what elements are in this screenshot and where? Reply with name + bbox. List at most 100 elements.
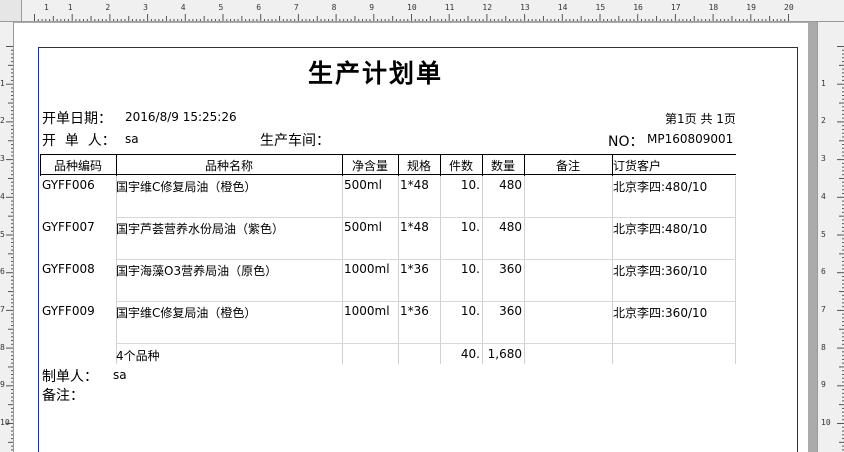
ruler-number: 2 — [0, 116, 5, 126]
ruler-number: 16 — [633, 3, 643, 12]
header-customer: 订货客户 — [613, 159, 662, 173]
header-divider — [440, 154, 441, 176]
remark-label: 备注： — [42, 388, 84, 404]
ruler-number: 3 — [143, 3, 148, 12]
ruler-number: 5 — [218, 3, 224, 12]
header-pieces: 件数 — [448, 159, 473, 173]
no-label: NO： — [608, 134, 644, 150]
cell-spec: 1*36 — [400, 262, 429, 276]
page-margin-frame — [38, 47, 798, 452]
cell-name: 国宇海藻O3营养局油（原色） — [116, 264, 278, 278]
header-divider — [342, 154, 343, 176]
cell-qty: 360 — [499, 262, 522, 276]
ruler-number: 13 — [520, 3, 530, 12]
ruler-number: 14 — [557, 3, 568, 12]
cell-pieces: 10. — [460, 304, 480, 318]
ruler-number: 10 — [407, 3, 417, 12]
ruler-number: 8 — [331, 3, 337, 12]
cell-pieces: 10. — [460, 262, 480, 276]
header-divider — [398, 154, 399, 176]
ruler-number: 4 — [180, 3, 186, 12]
cell-customer: 北京李四:480/10 — [613, 180, 708, 194]
cell-code: GYFF008 — [42, 262, 95, 276]
header-divider — [482, 154, 483, 176]
cell-pieces: 10. — [460, 178, 480, 192]
header-note: 备注 — [555, 159, 580, 173]
row-separator — [116, 343, 736, 344]
cell-net: 1000ml — [344, 304, 390, 318]
ruler-number: 8 — [0, 342, 5, 352]
header-divider — [524, 154, 525, 176]
ruler-number: 6 — [821, 267, 826, 277]
column-divider — [398, 176, 399, 364]
ruler-number: 8 — [821, 342, 826, 352]
report-page: 生产计划单 开单日期： 2016/8/9 15:25:26 第1页 共 1页 开… — [14, 23, 808, 452]
cell-qty: 360 — [499, 304, 522, 318]
ruler-number: 9 — [0, 380, 5, 390]
header-qty: 数量 — [490, 159, 515, 173]
cell-code: GYFF006 — [42, 178, 95, 192]
ruler-number: 7 — [821, 304, 826, 314]
cell-code: GYFF009 — [42, 304, 95, 318]
ruler-number: 1 — [821, 78, 826, 88]
ruler-number: 10 — [821, 418, 831, 427]
ruler-number: 15 — [595, 3, 606, 12]
ruler-number: 6 — [256, 3, 262, 12]
maker-label: 制单人： — [42, 369, 98, 385]
column-divider — [342, 176, 343, 364]
cell-customer: 北京李四:360/10 — [613, 306, 708, 320]
cell-qty: 480 — [499, 220, 522, 234]
cell-name: 国宇维C修复局油（橙色） — [116, 306, 257, 320]
ruler-number: 1 — [67, 3, 73, 12]
header-divider — [116, 154, 117, 176]
header-divider — [40, 154, 41, 176]
row-separator — [116, 217, 736, 218]
no-value: MP160809001 — [647, 132, 734, 146]
creator-value: sa — [125, 132, 139, 146]
cell-spec: 1*48 — [400, 220, 429, 234]
column-divider — [524, 176, 525, 364]
cell-spec: 1*48 — [400, 178, 429, 192]
report-title: 生产计划单 — [308, 59, 444, 88]
page-info: 第1页 共 1页 — [665, 112, 736, 126]
cell-name: 国宇维C修复局油（橙色） — [116, 180, 257, 194]
horizontal-ruler: 1 1 2 3 4 5 6 7 8 9 10 11 12 13 14 15 16 17 18 19 20 — [0, 0, 844, 22]
ruler-number: 7 — [0, 304, 5, 314]
header-code: 品种编码 — [53, 159, 102, 173]
vertical-ruler-right: 1234567891011 — [817, 22, 844, 452]
header-divider — [612, 154, 613, 176]
cell-net: 500ml — [344, 220, 382, 234]
header-net: 净含量 — [351, 159, 388, 173]
ruler-number: 2 — [821, 116, 826, 126]
date-value: 2016/8/9 15:25:26 — [125, 110, 237, 124]
total-pieces: 40. — [460, 347, 480, 361]
cell-qty: 480 — [499, 178, 522, 192]
ruler-number: 19 — [746, 3, 756, 12]
ruler-number: 18 — [708, 3, 719, 12]
ruler-number: 5 — [0, 229, 5, 239]
ruler-number: 1 — [44, 3, 49, 12]
ruler-number: 6 — [0, 267, 5, 277]
ruler-number: 3 — [0, 154, 5, 164]
ruler-number: 17 — [670, 3, 681, 12]
total-qty: 1,680 — [487, 347, 522, 361]
ruler-number: 5 — [821, 229, 826, 239]
ruler-number: 1 — [0, 78, 5, 88]
ruler-number: 2 — [105, 3, 111, 12]
date-label: 开单日期： — [42, 111, 112, 127]
ruler-number: 20 — [784, 3, 794, 12]
row-separator — [116, 259, 736, 260]
ruler-number: 11 — [444, 3, 455, 12]
header-spec: 规格 — [406, 159, 431, 173]
ruler-number: 10 — [0, 418, 10, 427]
ruler-number: 9 — [369, 3, 375, 12]
ruler-number: 3 — [821, 154, 826, 164]
cell-spec: 1*36 — [400, 304, 429, 318]
header-name: 品种名称 — [204, 159, 253, 173]
ruler-number: 9 — [821, 380, 826, 390]
total-name: 4个品种 — [116, 349, 160, 363]
ruler-number: 12 — [482, 3, 493, 12]
ruler-number: 4 — [0, 191, 5, 201]
cell-customer: 北京李四:360/10 — [613, 264, 708, 278]
creator-label: 开 单 人： — [42, 133, 116, 149]
